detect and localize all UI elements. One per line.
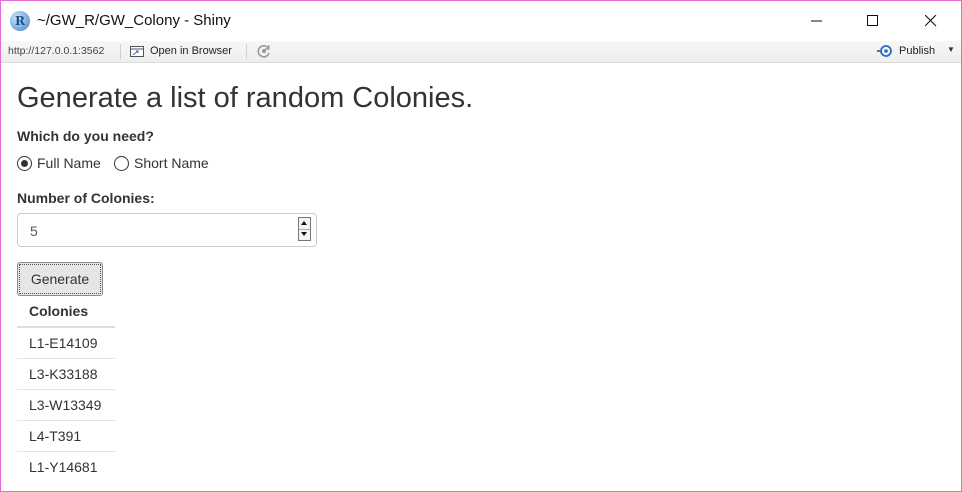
number-input-value: 5 (30, 223, 38, 239)
table-row: L3-K33188 (17, 358, 115, 390)
table-row: L3-W13349 (17, 389, 115, 421)
url-label: http://127.0.0.1:3562 (8, 45, 105, 57)
radio-label: Full Name (37, 155, 101, 171)
table-cell: L3-K33188 (17, 358, 115, 390)
number-of-colonies-input[interactable]: 5 (17, 213, 317, 247)
table-cell: L1-E14109 (29, 335, 98, 351)
app-window: R ~/GW_R/GW_Colony - Shiny http://127.0.… (0, 0, 962, 492)
colony-type-label: Which do you need? (17, 128, 154, 144)
refresh-button[interactable] (256, 43, 272, 59)
viewer-toolbar: http://127.0.0.1:3562 Open in Browser Pu… (1, 41, 961, 63)
page-title: Generate a list of random Colonies. (17, 82, 474, 114)
table-row: L1-E14109 (17, 327, 115, 359)
title-bar: R ~/GW_R/GW_Colony - Shiny (1, 1, 961, 41)
r-logo-icon: R (10, 11, 30, 31)
close-button[interactable] (908, 1, 954, 41)
radio-label: Short Name (134, 155, 209, 171)
window-title: ~/GW_R/GW_Colony - Shiny (37, 12, 231, 29)
column-header-colonies: Colonies (17, 296, 115, 328)
table-row: L4-T391 (17, 420, 115, 452)
open-in-browser-label: Open in Browser (150, 45, 232, 57)
table-cell: L1-Y14681 (17, 451, 115, 482)
publish-label: Publish (899, 45, 936, 57)
generate-button[interactable]: Generate (17, 262, 103, 296)
number-of-colonies-label: Number of Colonies: (17, 190, 155, 206)
table-cell: L4-T391 (17, 420, 115, 452)
close-icon (925, 15, 937, 27)
radio-button-unchecked[interactable] (114, 156, 129, 171)
toolbar-divider (120, 44, 121, 59)
maximize-button[interactable] (850, 1, 896, 41)
refresh-icon (257, 45, 270, 58)
maximize-icon (867, 15, 878, 26)
minimize-button[interactable] (794, 1, 840, 41)
toolbar-divider (246, 44, 247, 59)
table-cell: L3-W13349 (17, 389, 115, 421)
publish-dropdown-icon[interactable]: ▼ (947, 45, 955, 54)
publish-icon (877, 45, 892, 57)
shiny-app-body: Generate a list of random Colonies. Whic… (1, 63, 961, 491)
table-row: L1-Y14681 (17, 451, 115, 482)
radio-button-checked[interactable] (17, 156, 32, 171)
colonies-table: Colonies L1-E14109 L3-K33188 L3-W13349 L… (17, 296, 115, 482)
open-browser-icon (130, 46, 144, 57)
minimize-icon (811, 20, 822, 22)
decrement-arrow-icon[interactable] (299, 229, 310, 240)
number-stepper[interactable] (298, 217, 311, 241)
table-header-row: Colonies (17, 296, 115, 328)
